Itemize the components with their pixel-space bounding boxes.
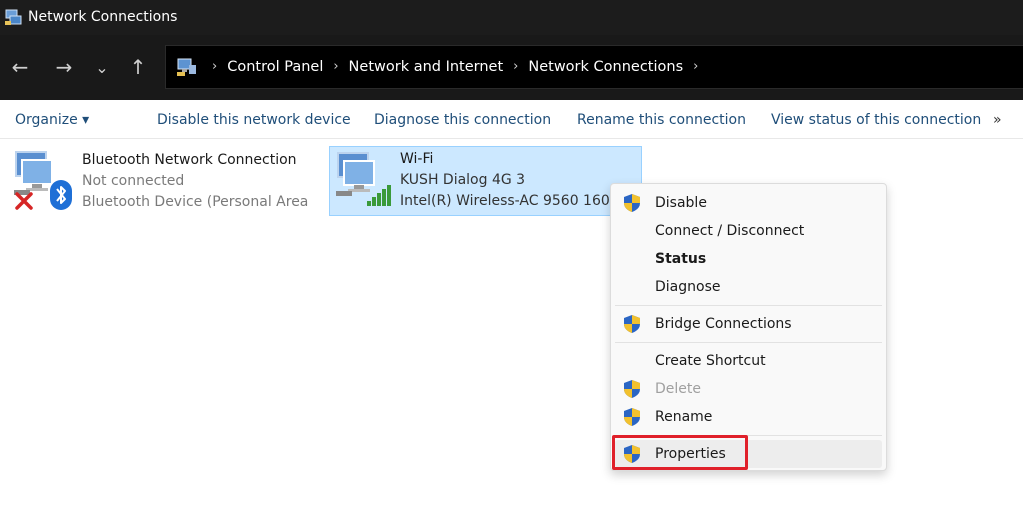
uac-shield-icon — [624, 408, 640, 426]
breadcrumb-separator-icon[interactable]: › — [333, 57, 338, 77]
uac-shield-icon — [624, 380, 640, 398]
breadcrumb-separator-icon[interactable]: › — [693, 57, 698, 77]
breadcrumb-separator-icon[interactable]: › — [212, 57, 217, 77]
menu-item-label: Status — [655, 251, 707, 267]
menu-item-rename[interactable]: Rename — [615, 403, 882, 431]
menu-item-create-shortcut[interactable]: Create Shortcut — [615, 347, 882, 375]
address-bar[interactable]: › Control Panel › Network and Internet ›… — [165, 45, 1023, 89]
breadcrumb-separator-icon[interactable]: › — [513, 57, 518, 77]
forward-arrow-icon: → — [55, 55, 73, 79]
properties-highlight-box — [612, 435, 748, 470]
connection-item-bluetooth[interactable]: Bluetooth Network Connection Not connect… — [10, 146, 310, 216]
connection-status: Not connected — [82, 173, 185, 189]
navigation-bar: ← → ⌄ ↑ › Control Panel › Network and In… — [0, 35, 1023, 100]
diagnose-connection-button[interactable]: Diagnose this connection — [374, 110, 551, 130]
window-title: Network Connections — [28, 9, 178, 25]
chevron-down-icon: ⌄ — [95, 57, 109, 77]
disconnected-x-icon — [15, 192, 33, 210]
menu-item-bridge-connections[interactable]: Bridge Connections — [615, 310, 882, 338]
recent-locations-button[interactable]: ⌄ — [88, 53, 116, 81]
context-menu: Disable Connect / Disconnect Status Diag… — [610, 183, 887, 471]
breadcrumb-network-and-internet[interactable]: Network and Internet — [349, 57, 504, 77]
up-arrow-icon: ↑ — [129, 55, 147, 79]
breadcrumb: › Control Panel › Network and Internet ›… — [176, 57, 708, 77]
view-status-button[interactable]: View status of this connection — [771, 110, 981, 130]
menu-item-label: Disable — [655, 195, 707, 211]
connection-device: Bluetooth Device (Personal Area — [82, 194, 309, 210]
menu-item-label: Bridge Connections — [655, 316, 792, 332]
menu-separator — [615, 305, 882, 306]
more-commands-icon[interactable]: » — [993, 110, 1002, 130]
menu-item-status[interactable]: Status — [615, 245, 882, 273]
command-bar: Organize ▾ Disable this network device D… — [0, 100, 1023, 139]
menu-item-label: Connect / Disconnect — [655, 223, 805, 239]
connection-status: KUSH Dialog 4G 3 — [400, 172, 526, 188]
network-connections-app-icon — [5, 9, 22, 25]
menu-item-disable[interactable]: Disable — [615, 189, 882, 217]
connection-item-wifi[interactable]: Wi-Fi KUSH Dialog 4G 3 Intel(R) Wireless… — [329, 146, 642, 216]
rename-connection-button[interactable]: Rename this connection — [577, 110, 746, 130]
forward-button[interactable]: → — [50, 53, 78, 81]
up-button[interactable]: ↑ — [124, 53, 152, 81]
signal-bars-icon — [367, 185, 391, 206]
menu-item-label: Create Shortcut — [655, 353, 766, 369]
connection-name: Bluetooth Network Connection — [82, 152, 297, 168]
bluetooth-icon — [50, 180, 72, 210]
uac-shield-icon — [624, 315, 640, 333]
back-arrow-icon: ← — [11, 55, 29, 79]
breadcrumb-control-panel[interactable]: Control Panel — [227, 57, 323, 77]
back-button[interactable]: ← — [6, 53, 34, 81]
connection-device: Intel(R) Wireless-AC 9560 160MHz — [400, 193, 640, 209]
menu-item-connect-disconnect[interactable]: Connect / Disconnect — [615, 217, 882, 245]
disable-device-button[interactable]: Disable this network device — [157, 110, 351, 130]
uac-shield-icon — [624, 194, 640, 212]
menu-item-label: Delete — [655, 381, 701, 397]
menu-item-label: Diagnose — [655, 279, 721, 295]
breadcrumb-network-connections[interactable]: Network Connections — [528, 57, 683, 77]
menu-item-delete: Delete — [615, 375, 882, 403]
menu-item-diagnose[interactable]: Diagnose — [615, 273, 882, 301]
connection-name: Wi-Fi — [400, 151, 434, 167]
title-bar: Network Connections — [0, 0, 1023, 35]
control-panel-icon — [177, 58, 196, 76]
organize-button[interactable]: Organize ▾ — [15, 110, 89, 130]
menu-separator — [615, 342, 882, 343]
menu-item-label: Rename — [655, 409, 713, 425]
